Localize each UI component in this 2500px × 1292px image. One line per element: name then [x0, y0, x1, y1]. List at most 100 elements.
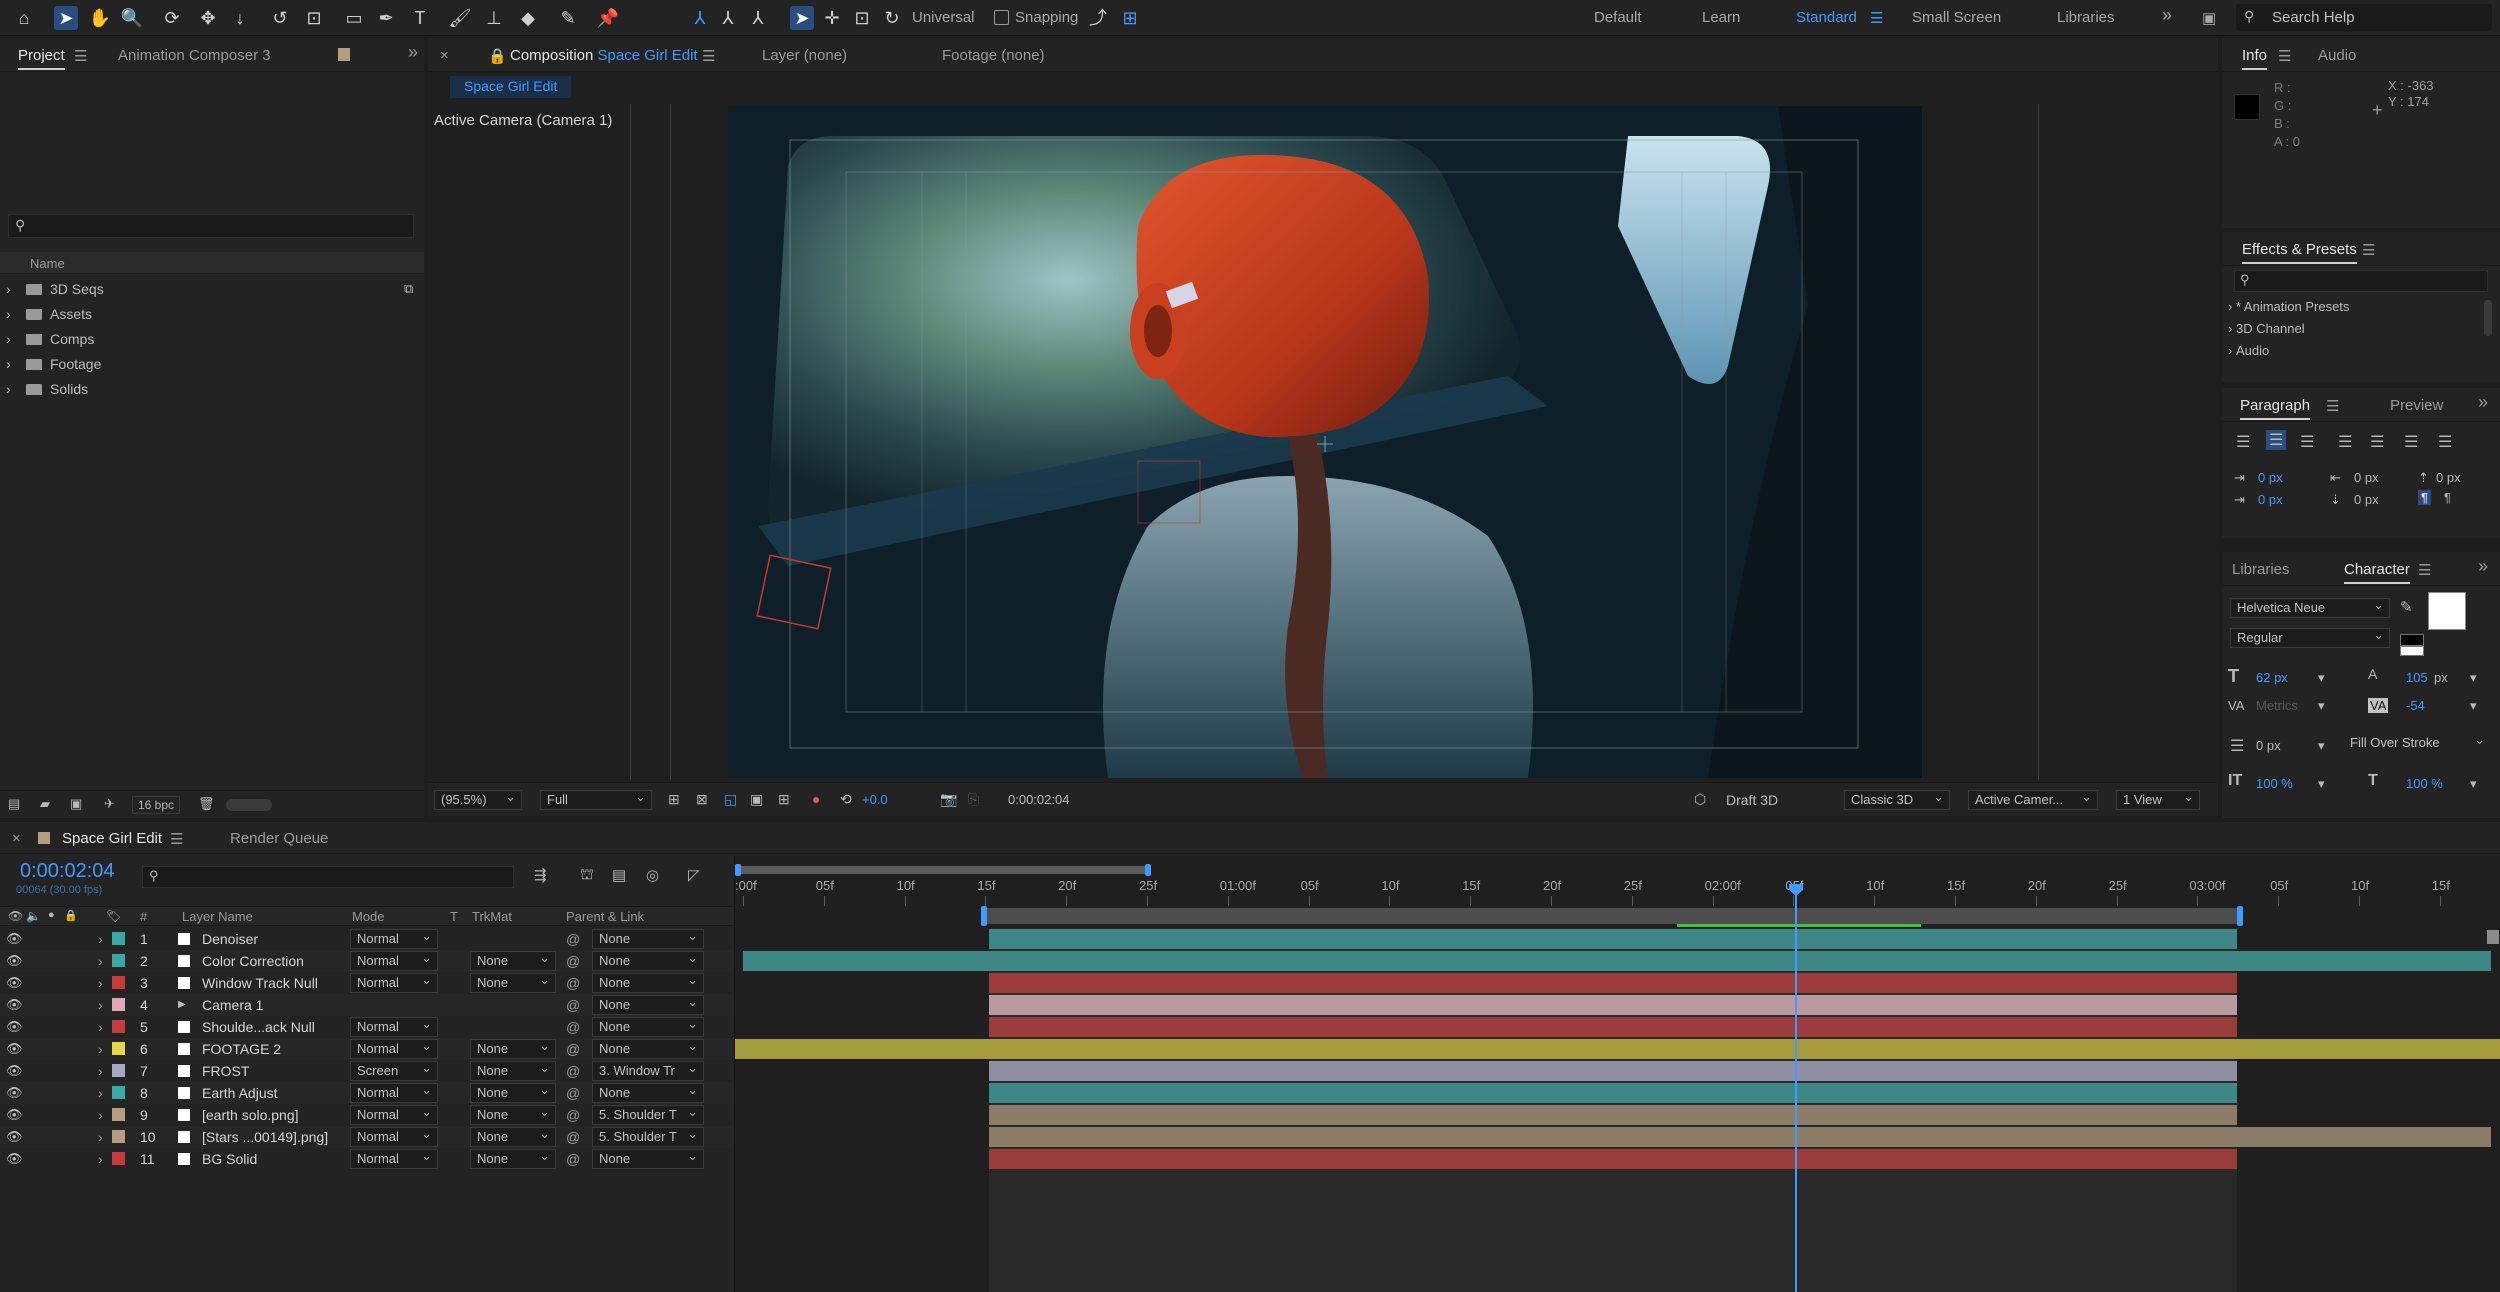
- view-axis-icon[interactable]: ⅄: [746, 6, 770, 30]
- visibility-eye-icon[interactable]: 👁: [6, 972, 23, 994]
- tab-info[interactable]: Info: [2242, 47, 2268, 70]
- pickwhip-icon[interactable]: @: [566, 1126, 580, 1148]
- layer-parent-dropdown[interactable]: None: [592, 1037, 704, 1059]
- pickwhip-icon[interactable]: @: [566, 928, 580, 950]
- local-axis-icon[interactable]: ⅄: [688, 6, 712, 30]
- align-left-icon[interactable]: ☰: [2236, 432, 2250, 452]
- white-swatch[interactable]: [2400, 646, 2424, 656]
- visibility-eye-icon[interactable]: 👁: [6, 1082, 23, 1104]
- expand-arrow-icon[interactable]: ›: [98, 1148, 103, 1170]
- zoom-dropdown[interactable]: (95.5%): [434, 788, 522, 810]
- label-color-swatch[interactable]: [112, 1152, 125, 1165]
- mask-visibility-icon[interactable]: ◱: [724, 791, 737, 808]
- workspace-small-screen[interactable]: Small Screen: [1912, 9, 2001, 26]
- tab-footage[interactable]: Footage (none): [942, 47, 1045, 64]
- visibility-eye-icon[interactable]: 👁: [6, 928, 23, 950]
- layer-parent-dropdown[interactable]: None: [592, 1081, 704, 1103]
- project-search-input[interactable]: ⚲: [8, 214, 414, 238]
- layer-trkmat-dropdown[interactable]: None: [470, 1081, 556, 1103]
- justify-left-icon[interactable]: ☰: [2338, 432, 2352, 452]
- effects-item[interactable]: › * Animation Presets: [2228, 296, 2349, 318]
- universal-move-icon[interactable]: ✛: [820, 6, 844, 30]
- layer-mode-dropdown[interactable]: Normal: [350, 1015, 438, 1037]
- layer-duration-bar[interactable]: [989, 1105, 2237, 1125]
- leading-dropdown-icon[interactable]: ▾: [2470, 670, 2477, 686]
- justify-right-icon[interactable]: ☰: [2404, 432, 2418, 452]
- layer-duration-bar[interactable]: [989, 1061, 2237, 1081]
- snap-options-icon[interactable]: ⤴: [1086, 6, 1110, 30]
- expand-arrow-icon[interactable]: ›: [98, 1082, 103, 1104]
- justify-all-icon[interactable]: ☰: [2438, 432, 2452, 452]
- workspace-default[interactable]: Default: [1594, 9, 1642, 26]
- align-center-icon[interactable]: ☰: [2266, 430, 2287, 450]
- new-folder-icon[interactable]: ▰: [40, 796, 50, 812]
- workspace-overflow-icon[interactable]: »: [2162, 5, 2172, 26]
- label-column-icon[interactable]: 🏷: [106, 909, 121, 923]
- pickwhip-icon[interactable]: @: [566, 1082, 580, 1104]
- stroke-width-dropdown-icon[interactable]: ▾: [2318, 738, 2325, 754]
- column-t[interactable]: T: [450, 909, 458, 924]
- interpret-footage-icon[interactable]: ▤: [8, 796, 20, 812]
- tab-libraries[interactable]: Libraries: [2232, 561, 2290, 578]
- layer-trkmat-dropdown[interactable]: None: [470, 1147, 556, 1169]
- expand-arrow-icon[interactable]: ›: [98, 950, 103, 972]
- layer-mode-dropdown[interactable]: Normal: [350, 949, 438, 971]
- work-area-end-handle[interactable]: [2237, 906, 2243, 926]
- bpc-button[interactable]: 16 bpc: [132, 796, 180, 814]
- comp-tab-name[interactable]: Space Girl Edit: [598, 47, 698, 64]
- column-mode[interactable]: Mode: [352, 909, 385, 924]
- project-folder-row[interactable]: › Solids: [0, 378, 424, 400]
- draft-3d-icon[interactable]: ⬡: [1694, 791, 1706, 808]
- layer-parent-dropdown[interactable]: None: [592, 993, 704, 1015]
- expand-arrow-icon[interactable]: ›: [98, 1104, 103, 1126]
- column-name[interactable]: Name: [30, 256, 65, 271]
- label-color-swatch[interactable]: [112, 1020, 125, 1033]
- comp-flowchart-icon[interactable]: ⇶: [534, 866, 547, 884]
- zoom-tool-icon[interactable]: 🔍: [120, 6, 144, 30]
- layer-parent-dropdown[interactable]: None: [592, 971, 704, 993]
- black-swatch[interactable]: [2400, 634, 2424, 646]
- layer-name[interactable]: [earth solo.png]: [202, 1104, 299, 1126]
- tracking-dropdown-icon[interactable]: ▾: [2470, 698, 2477, 714]
- layer-row[interactable]: 👁 › 1 Denoiser Normal @ None: [0, 927, 733, 950]
- puppet-pin-icon[interactable]: 📌: [596, 6, 620, 30]
- playhead-line[interactable]: [1795, 884, 1797, 1292]
- tab-effects-presets[interactable]: Effects & Presets: [2242, 241, 2357, 264]
- workspace-standard[interactable]: Standard: [1796, 9, 1857, 26]
- label-color-swatch[interactable]: [112, 1042, 125, 1055]
- font-family-dropdown[interactable]: Helvetica Neue: [2230, 596, 2390, 618]
- justify-center-icon[interactable]: ☰: [2370, 432, 2384, 452]
- region-of-interest-icon[interactable]: ▣: [750, 791, 763, 808]
- font-size-value[interactable]: 62 px: [2256, 670, 2288, 685]
- layer-duration-bar[interactable]: [735, 1039, 2500, 1059]
- layer-mode-dropdown[interactable]: Normal: [350, 1125, 438, 1147]
- horizontal-scale-value[interactable]: 100 %: [2406, 776, 2443, 791]
- layer-parent-dropdown[interactable]: None: [592, 927, 704, 949]
- layer-name[interactable]: BG Solid: [202, 1148, 257, 1170]
- pickwhip-icon[interactable]: @: [566, 1148, 580, 1170]
- layer-trkmat-dropdown[interactable]: None: [470, 1037, 556, 1059]
- breadcrumb[interactable]: Space Girl Edit: [450, 76, 572, 98]
- layer-parent-dropdown[interactable]: 5. Shoulder T: [592, 1103, 704, 1125]
- anchor-tool-icon[interactable]: ⊡: [302, 6, 326, 30]
- timeline-menu-icon[interactable]: ☰: [170, 830, 183, 848]
- kerning-dropdown-icon[interactable]: ▾: [2318, 698, 2325, 714]
- effects-scrollbar[interactable]: [2484, 300, 2492, 336]
- layer-parent-dropdown[interactable]: None: [592, 1147, 704, 1169]
- clone-stamp-icon[interactable]: ⊥: [482, 6, 506, 30]
- visibility-eye-icon[interactable]: 👁: [6, 1126, 23, 1148]
- layer-row[interactable]: 👁 › 8 Earth Adjust Normal None @ None: [0, 1081, 733, 1104]
- layer-mode-dropdown[interactable]: Screen: [350, 1059, 438, 1081]
- orbit-tool-icon[interactable]: ⟳: [160, 6, 184, 30]
- workspace-menu-icon[interactable]: ☰: [1870, 9, 1883, 27]
- layer-parent-dropdown[interactable]: 5. Shoulder T: [592, 1125, 704, 1147]
- layer-row[interactable]: 👁 › 6 FOOTAGE 2 Normal None @ None: [0, 1037, 733, 1060]
- column-layer-name[interactable]: Layer Name: [182, 909, 253, 924]
- shy-layers-icon[interactable]: ⛫: [580, 866, 594, 885]
- eyedropper-icon[interactable]: ✎: [2400, 598, 2413, 616]
- show-snapshot-icon[interactable]: ⎘: [968, 791, 979, 808]
- layer-row[interactable]: 👁 › 9 [earth solo.png] Normal None @5. Shoulde…: [0, 1103, 733, 1126]
- time-ruler[interactable]: :00f 05f 10f 15f 20f 25f 01:00f 05f 10f 15f 20f 25f…: [735, 874, 2500, 908]
- type-tool-icon[interactable]: T: [408, 6, 432, 30]
- visibility-eye-icon[interactable]: 👁: [6, 1148, 23, 1170]
